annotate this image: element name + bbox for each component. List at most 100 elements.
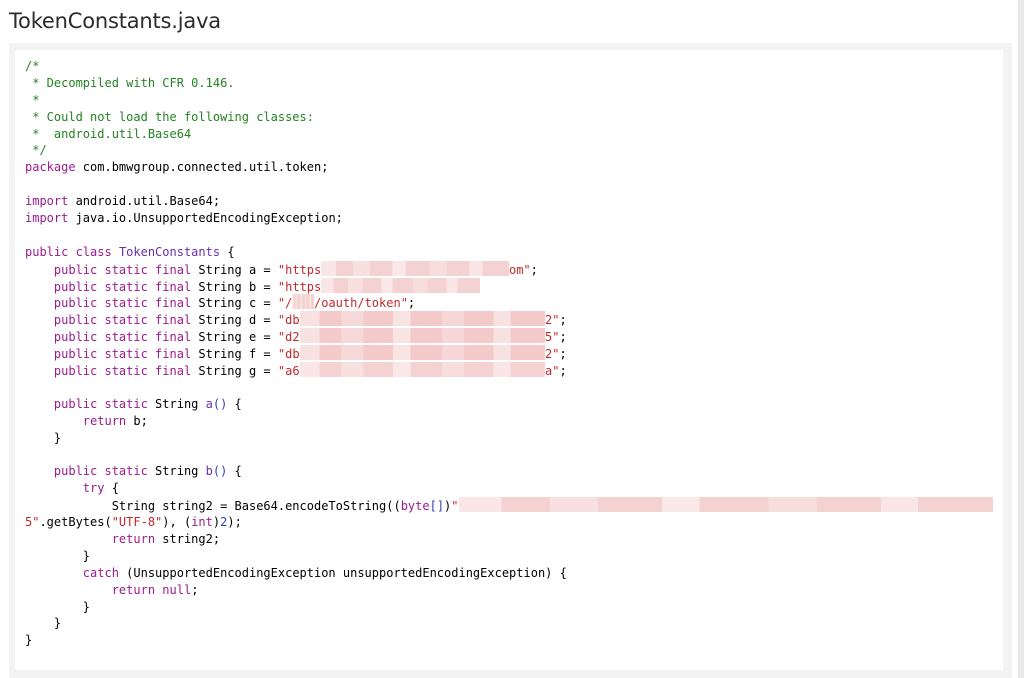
code-token: () bbox=[212, 396, 228, 411]
redacted-value bbox=[299, 345, 546, 361]
code-line: public static final String c = "/ /oauth/… bbox=[25, 294, 993, 311]
source-code: /* * Decompiled with CFR 0.146. * * Coul… bbox=[25, 58, 993, 649]
code-token: public static bbox=[53, 464, 148, 479]
code-token: () bbox=[212, 464, 228, 479]
code-line: */ bbox=[25, 142, 993, 159]
code-token: om" bbox=[508, 262, 531, 277]
code-line: } bbox=[25, 632, 993, 649]
code-token: public class bbox=[25, 244, 112, 259]
code-token: ), ( bbox=[162, 515, 192, 530]
code-token: String bbox=[147, 464, 206, 479]
code-token: } bbox=[25, 616, 62, 631]
code-token: (UnsupportedEncodingException unsupporte… bbox=[118, 565, 567, 580]
code-token: public static final bbox=[53, 296, 192, 311]
code-token: b bbox=[205, 464, 213, 479]
code-token: 5" bbox=[545, 330, 560, 345]
code-token: 2" bbox=[545, 347, 560, 362]
code-token: ; bbox=[559, 330, 567, 345]
code-token: "db bbox=[277, 347, 300, 362]
redacted-value bbox=[321, 260, 509, 276]
code-token: .getBytes( bbox=[39, 515, 112, 530]
code-token: com.bmwgroup.connected.util.token; bbox=[75, 160, 329, 175]
code-token: * Decompiled with CFR 0.146. bbox=[25, 75, 235, 90]
code-token: catch bbox=[82, 565, 119, 580]
code-line: * Decompiled with CFR 0.146. bbox=[25, 75, 993, 92]
code-line: try { bbox=[25, 480, 993, 497]
code-token: String a = bbox=[191, 262, 278, 277]
code-token: return bbox=[82, 413, 127, 428]
code-token: "https bbox=[277, 279, 322, 294]
code-viewer: /* * Decompiled with CFR 0.146. * * Coul… bbox=[15, 50, 1003, 670]
code-line: } bbox=[25, 430, 993, 447]
code-token: public static bbox=[53, 396, 148, 411]
code-token: ; bbox=[559, 347, 567, 362]
code-token: package bbox=[25, 160, 76, 175]
code-token: 5" bbox=[25, 515, 40, 530]
code-line: return string2; bbox=[25, 531, 993, 548]
code-token: ; bbox=[407, 296, 416, 311]
code-line: } bbox=[25, 615, 993, 632]
redacted-value bbox=[292, 294, 314, 310]
code-line: import java.io.UnsupportedEncodingExcept… bbox=[25, 210, 993, 227]
code-token: byte bbox=[400, 499, 430, 514]
code-token: { bbox=[227, 464, 242, 479]
code-token: return bbox=[111, 531, 156, 546]
code-line: public static final String g = "a6 a"; bbox=[25, 362, 993, 379]
code-token: a bbox=[205, 396, 213, 411]
code-line: * android.util.Base64 bbox=[25, 126, 993, 143]
code-token: */ bbox=[25, 143, 47, 158]
code-token: { bbox=[220, 244, 235, 259]
code-line: 5".getBytes("UTF-8"), (int)2); bbox=[25, 514, 993, 531]
redacted-value bbox=[321, 277, 481, 293]
code-token: import bbox=[25, 211, 69, 226]
code-token: /* bbox=[25, 59, 40, 73]
code-token: } bbox=[25, 430, 62, 445]
code-token: "d2 bbox=[277, 330, 300, 345]
code-line: public static final String b = "https bbox=[25, 277, 993, 295]
code-line: catch (UnsupportedEncodingException unsu… bbox=[25, 565, 993, 582]
code-token: 2" bbox=[545, 313, 560, 328]
window-scrollbar[interactable] bbox=[1018, 0, 1024, 678]
code-line: public static String b() { bbox=[25, 463, 993, 480]
code-line: public static final String e = "d2 5"; bbox=[25, 328, 993, 345]
code-token: String f = bbox=[191, 347, 278, 362]
code-line: return null; bbox=[25, 582, 993, 599]
code-line: String string2 = Base64.encodeToString((… bbox=[25, 497, 993, 514]
code-token: b; bbox=[126, 413, 148, 428]
code-line: public static final String f = "db 2"; bbox=[25, 345, 993, 362]
code-token: public static final bbox=[53, 313, 192, 328]
code-token: } bbox=[25, 633, 33, 648]
redacted-value bbox=[299, 328, 546, 344]
code-token: "a6 bbox=[277, 364, 300, 379]
code-token: import bbox=[25, 194, 69, 209]
code-token: { bbox=[104, 481, 119, 496]
redacted-value bbox=[299, 311, 546, 327]
code-token: String e = bbox=[191, 330, 278, 345]
code-token: ; bbox=[530, 262, 538, 277]
code-line: /* bbox=[25, 58, 993, 75]
code-token: * bbox=[25, 92, 40, 107]
code-token: "UTF-8" bbox=[111, 515, 163, 530]
code-token: TokenConstants bbox=[118, 244, 221, 259]
code-token: String bbox=[147, 396, 206, 411]
code-token: String d = bbox=[191, 313, 278, 328]
code-token: java.io.UnsupportedEncodingException; bbox=[68, 211, 343, 226]
code-panel: /* * Decompiled with CFR 0.146. * * Coul… bbox=[9, 43, 1012, 678]
code-line: public static final String d = "db 2"; bbox=[25, 311, 993, 328]
redacted-value bbox=[458, 497, 993, 513]
code-line: public class TokenConstants { bbox=[25, 244, 993, 261]
